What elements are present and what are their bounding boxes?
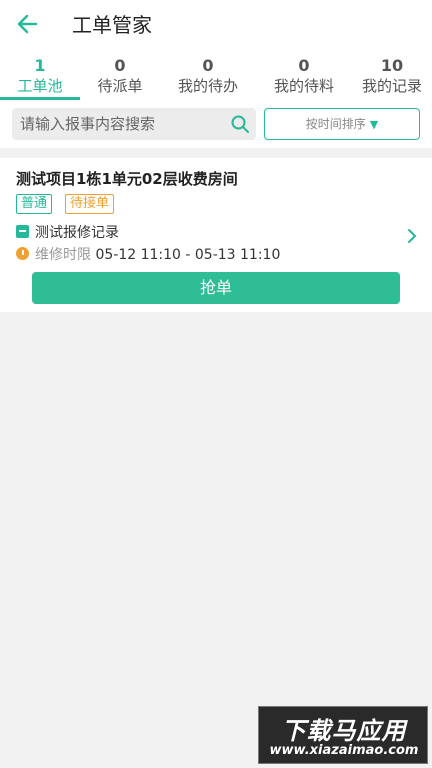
search-row: 按时间排序▼ — [0, 100, 432, 148]
app-header: 工单管家 — [0, 0, 432, 48]
tab-label: 待派单 — [97, 77, 143, 95]
tab-label: 工单池 — [17, 77, 63, 95]
priority-badge: 普通 — [16, 194, 53, 214]
record-text: 测试报修记录 — [35, 225, 119, 241]
deadline-value: 05-12 11:10 - 05-13 11:10 — [95, 247, 281, 263]
tab-my-materials[interactable]: 0 我的待料 — [264, 56, 344, 96]
page-title: 工单管家 — [72, 13, 152, 37]
order-title: 测试项目1栋1单元02层收费房间 — [16, 170, 238, 188]
back-arrow-icon[interactable] — [14, 10, 42, 38]
sort-label: 按时间排序 — [305, 117, 366, 131]
status-badge: 待接单 — [65, 194, 115, 214]
chevron-right-icon[interactable] — [406, 228, 418, 244]
tab-count: 0 — [298, 56, 310, 75]
tab-label: 我的记录 — [361, 77, 422, 95]
record-row: 测试报修记录 — [16, 222, 119, 242]
deadline-label: 维修时限 — [35, 247, 91, 263]
sort-by-time-button[interactable]: 按时间排序 ▼ — [264, 108, 420, 140]
search-icon[interactable] — [230, 114, 250, 134]
watermark-title: 下载马应用 — [281, 717, 407, 745]
tab-count: 1 — [34, 56, 46, 75]
tab-pending-dispatch[interactable]: 0 待派单 — [80, 56, 160, 96]
tab-count: 0 — [114, 56, 126, 75]
tab-count: 0 — [202, 56, 214, 75]
tab-ticket-pool[interactable]: 1 工单池 — [0, 56, 80, 96]
watermark-logo: 下载马应用 www.xiazaimao.com — [258, 706, 428, 764]
tab-my-records[interactable]: 10 我的记录 — [352, 56, 432, 96]
caret-down-icon: ▼ — [369, 118, 379, 131]
tab-label: 我的待料 — [273, 77, 334, 95]
tab-label: 我的待办 — [177, 77, 238, 95]
grab-order-button[interactable]: 抢单 — [32, 272, 400, 304]
tab-bar: 1 工单池 0 待派单 0 我的待办 0 我的待料 10 我的记录 — [0, 48, 432, 100]
tab-my-todo[interactable]: 0 我的待办 — [168, 56, 248, 96]
work-order-card[interactable]: 测试项目1栋1单元02层收费房间 普通 待接单 测试报修记录 维修时限 05-1… — [0, 158, 432, 312]
document-icon — [16, 225, 29, 238]
search-box — [12, 108, 256, 140]
watermark-url: www.xiazaimao.com — [269, 743, 419, 758]
search-input[interactable] — [20, 108, 220, 140]
tab-count: 10 — [380, 56, 404, 75]
deadline-row: 维修时限 05-12 11:10 - 05-13 11:10 — [16, 244, 280, 264]
clock-icon — [16, 247, 29, 260]
